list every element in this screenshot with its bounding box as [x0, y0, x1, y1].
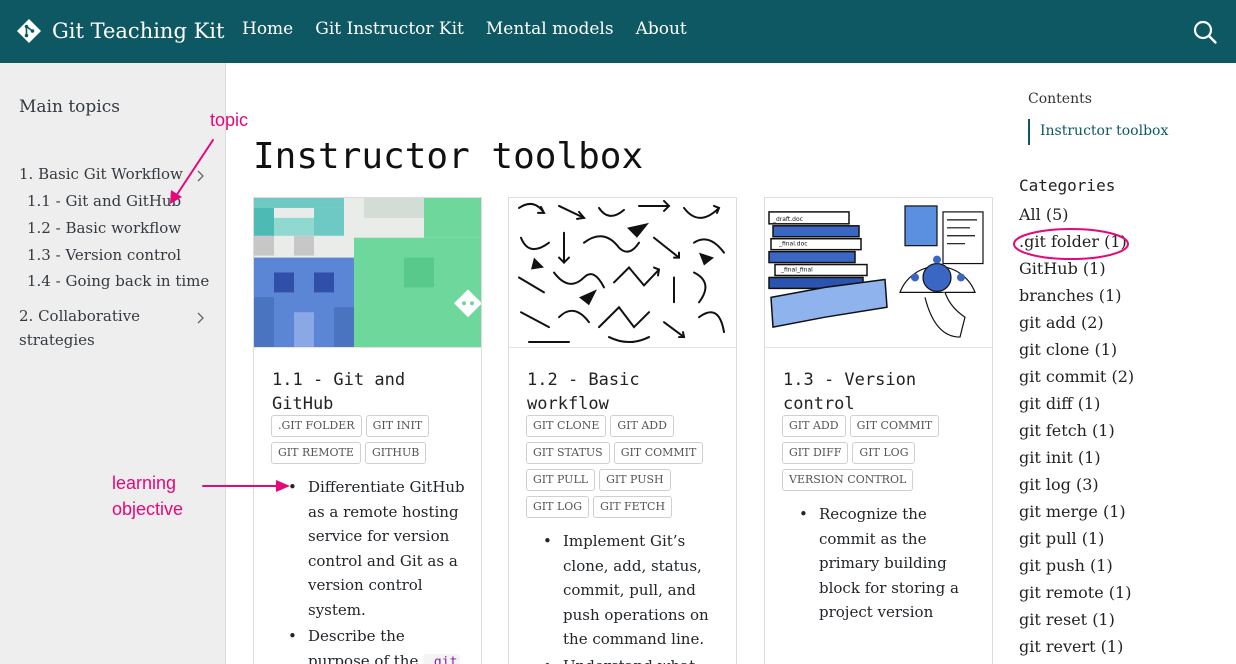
category-git-pull[interactable]: git pull (1) [1019, 529, 1134, 556]
tag-git-remote[interactable]: git remote [271, 442, 361, 464]
lesson-card-version-control[interactable]: _draft.doc _final.doc _final_final 1.3 -… [764, 197, 993, 664]
nav-link-git-instructor-kit[interactable]: Git Instructor Kit [315, 19, 464, 39]
card-thumbnail-pixel-art[interactable] [254, 198, 481, 348]
card-title-line2: GitHub [272, 394, 334, 414]
nav-link-about[interactable]: About [636, 19, 687, 39]
top-navbar: Git Teaching Kit Home Git Instructor Kit… [0, 0, 1236, 63]
learning-objective: Differentiate GitHub as a remote hosting… [288, 475, 468, 622]
toc-link-instructor-toolbox[interactable]: Instructor toolbox [1040, 123, 1168, 139]
tag-git-log[interactable]: git log [852, 442, 916, 464]
toc-heading: Contents [1028, 91, 1092, 107]
toc-active-indicator [1028, 119, 1030, 145]
sidebar-section-label-line1: 2. Collaborative [19, 307, 141, 325]
learning-objective: Implement Git’s clone, add, status, comm… [543, 529, 723, 652]
svg-text:_draft.doc: _draft.doc [772, 216, 803, 223]
card-title-line2: workflow [527, 394, 609, 414]
category-git-revert[interactable]: git revert (1) [1019, 637, 1134, 664]
lesson-card-git-and-github[interactable]: 1.1 - Git and GitHub .git folder git ini… [253, 197, 482, 664]
card-title[interactable]: 1.3 - Version control [783, 368, 983, 416]
category-git-add[interactable]: git add (2) [1019, 313, 1134, 340]
sidebar-item-version-control[interactable]: 1.3 - Version control [27, 246, 181, 264]
sidebar-heading: Main topics [19, 97, 120, 117]
card-title[interactable]: 1.1 - Git and GitHub [272, 368, 472, 416]
tag-git-status[interactable]: git status [526, 442, 610, 464]
nav-link-home[interactable]: Home [242, 19, 293, 39]
card-title-line1: 1.3 - Version [783, 370, 917, 390]
category-git-push[interactable]: git push (1) [1019, 556, 1134, 583]
sidebar-section-basic-git-workflow[interactable]: 1. Basic Git Workflow [19, 165, 183, 183]
category-git-diff[interactable]: git diff (1) [1019, 394, 1134, 421]
tag-version-control[interactable]: version control [782, 469, 914, 491]
sidebar-item-going-back-in-time[interactable]: 1.4 - Going back in time [27, 272, 209, 290]
learning-objectives-list: Recognize the commit as the primary buil… [799, 502, 979, 627]
card-thumbnail-version-sketch[interactable]: _draft.doc _final.doc _final_final [765, 198, 992, 348]
tag-git-add[interactable]: git add [610, 415, 674, 437]
category-git-fetch[interactable]: git fetch (1) [1019, 421, 1134, 448]
tag-git-commit[interactable]: git commit [613, 442, 704, 464]
card-title-line1: 1.1 - Git and [272, 370, 406, 390]
card-tags: git add git commit git diff git log vers… [782, 415, 987, 496]
chevron-right-icon[interactable] [196, 170, 206, 182]
learning-objective: Describe the purpose of the .git [288, 624, 468, 664]
objective-text: Describe the purpose of the [308, 627, 419, 664]
page-title: Instructor toolbox [253, 136, 644, 177]
tag-git-add[interactable]: git add [782, 415, 846, 437]
categories-heading: Categories [1019, 176, 1116, 195]
chevron-right-icon[interactable] [196, 312, 206, 324]
category-git-reset[interactable]: git reset (1) [1019, 610, 1134, 637]
card-title-line1: 1.2 - Basic [527, 370, 640, 390]
category-git-folder[interactable]: .git folder (1) [1019, 232, 1134, 259]
brand[interactable]: Git Teaching Kit [16, 14, 224, 48]
sidebar-item-basic-workflow[interactable]: 1.2 - Basic workflow [27, 219, 181, 237]
brand-title[interactable]: Git Teaching Kit [52, 19, 224, 43]
category-branches[interactable]: branches (1) [1019, 286, 1134, 313]
card-tags: .git folder git init git remote GitHub [271, 415, 476, 469]
tag-git-push[interactable]: git push [599, 469, 671, 491]
card-title-line2: control [783, 394, 855, 414]
sidebar-item-git-and-github[interactable]: 1.1 - Git and GitHub [27, 192, 181, 210]
tag-git-clone[interactable]: git clone [526, 415, 607, 437]
inline-code: .git [423, 653, 461, 664]
tag-git-diff[interactable]: git diff [782, 442, 849, 464]
card-tags: git clone git add git status git commit … [526, 415, 731, 523]
category-git-log[interactable]: git log (3) [1019, 475, 1134, 502]
learning-objective: Recognize the commit as the primary buil… [799, 502, 979, 625]
category-git-remote[interactable]: git remote (1) [1019, 583, 1134, 610]
tag-git-fetch[interactable]: git fetch [593, 496, 673, 518]
nav-link-mental-models[interactable]: Mental models [486, 19, 614, 39]
category-all[interactable]: All (5) [1019, 205, 1134, 232]
nav-links: Home Git Instructor Kit Mental models Ab… [242, 19, 709, 39]
tag-github[interactable]: GitHub [364, 442, 427, 464]
annotation-line1: learning [112, 473, 177, 493]
tag-git-log[interactable]: git log [526, 496, 590, 518]
card-thumbnail-arrows-sketch[interactable] [509, 198, 736, 348]
learning-objective: Understand what [543, 654, 723, 664]
category-git-merge[interactable]: git merge (1) [1019, 502, 1134, 529]
sidebar-section-label-line2: strategies [19, 331, 95, 349]
category-git-commit[interactable]: git commit (2) [1019, 367, 1134, 394]
category-git-init[interactable]: git init (1) [1019, 448, 1134, 475]
tag-git-commit[interactable]: git commit [849, 415, 940, 437]
annotation-learning-objective-label: learning objective [112, 470, 183, 522]
annotation-topic-label: topic [210, 110, 249, 130]
tag-git-pull[interactable]: git pull [526, 469, 596, 491]
tag-git-folder[interactable]: .git folder [271, 415, 362, 437]
learning-objectives-list: Implement Git’s clone, add, status, comm… [543, 529, 723, 664]
category-git-clone[interactable]: git clone (1) [1019, 340, 1134, 367]
svg-text:_final_final: _final_final [780, 267, 813, 274]
svg-text:_final.doc: _final.doc [778, 241, 808, 248]
tag-git-init[interactable]: git init [365, 415, 430, 437]
categories-list: All (5) .git folder (1) GitHub (1) branc… [1019, 205, 1134, 664]
git-logo-icon [17, 19, 41, 43]
annotation-line2: objective [112, 499, 184, 519]
lesson-card-basic-workflow[interactable]: 1.2 - Basic workflow git clone git add g… [508, 197, 737, 664]
search-icon[interactable] [1192, 19, 1218, 45]
card-title[interactable]: 1.2 - Basic workflow [527, 368, 727, 416]
learning-objectives-list: Differentiate GitHub as a remote hosting… [288, 475, 468, 664]
category-github[interactable]: GitHub (1) [1019, 259, 1134, 286]
sidebar: Main topics 1. Basic Git Workflow 1.1 - … [0, 63, 226, 664]
sidebar-section-collaborative-strategies[interactable]: 2. Collaborative strategies [19, 307, 140, 349]
